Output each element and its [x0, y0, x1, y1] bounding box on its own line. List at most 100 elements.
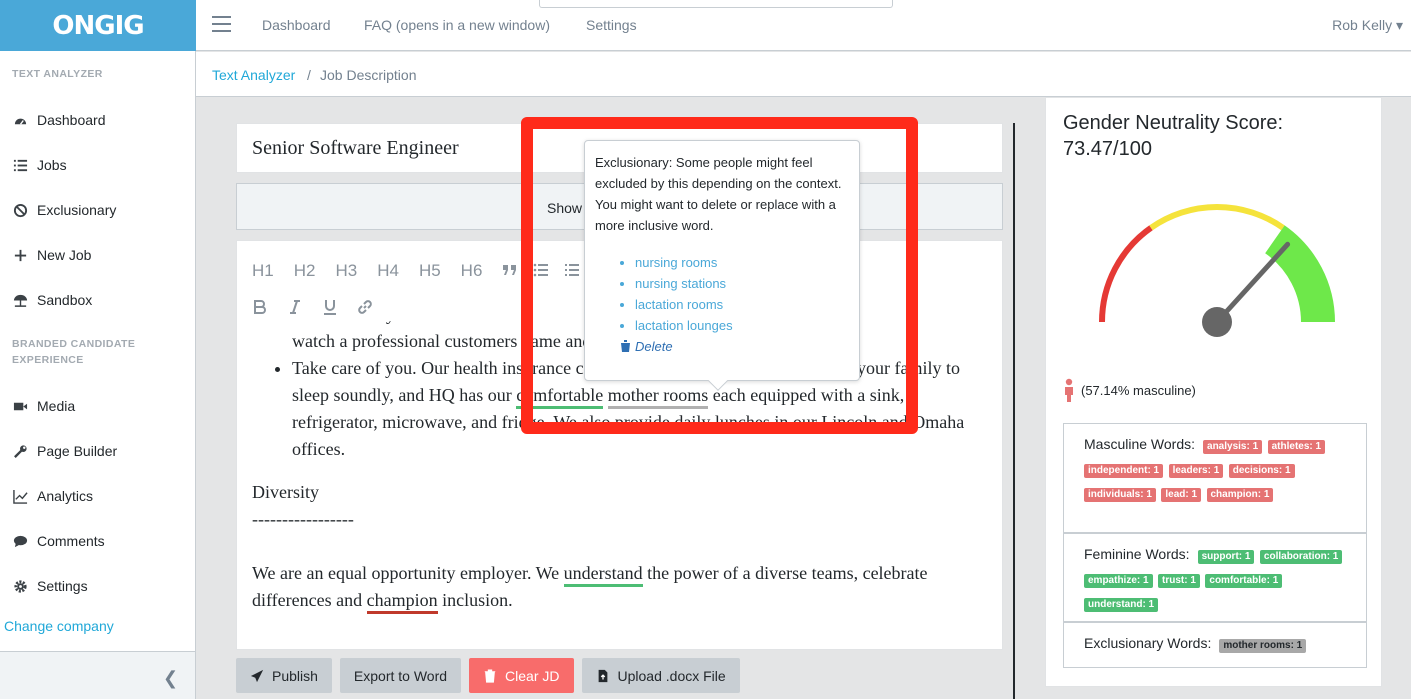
- breadcrumb: Text Analyzer / Job Description: [196, 52, 1411, 97]
- gauge-hub: [1202, 307, 1232, 337]
- logo-text: ONGIG: [52, 10, 144, 41]
- breadcrumb-current: Job Description: [320, 67, 417, 83]
- sidebar-minimizer[interactable]: ❮: [0, 651, 195, 699]
- score-title: Gender Neutrality Score: 73.47/100: [1063, 112, 1284, 160]
- sidebar-item-exclusionary[interactable]: Exclusionary: [12, 198, 192, 222]
- suggestion-item[interactable]: lactation rooms: [635, 294, 849, 315]
- plus-icon: [12, 247, 29, 264]
- word-tag: individuals: 1: [1084, 488, 1156, 502]
- sidebar-item-label: Media: [37, 398, 76, 414]
- clear-jd-button[interactable]: Clear JD: [469, 658, 574, 693]
- hamburger-menu-icon[interactable]: [212, 16, 231, 32]
- sidebar-item-analytics[interactable]: Analytics: [12, 484, 192, 508]
- sidebar-item-label: Analytics: [37, 488, 94, 504]
- export-to-word-button[interactable]: Export to Word: [339, 658, 462, 693]
- word-tag: mother rooms: 1: [1219, 639, 1307, 653]
- publish-button[interactable]: Publish: [236, 658, 332, 693]
- score-value: 73.47/100: [1063, 138, 1152, 160]
- dashboard-icon: [12, 112, 29, 129]
- link-icon[interactable]: [357, 298, 373, 315]
- ongig-logo[interactable]: ONGIG: [0, 0, 196, 51]
- sidebar-item-media[interactable]: Media: [12, 394, 192, 418]
- person-icon: [1065, 378, 1073, 402]
- ban-icon: [12, 202, 29, 219]
- blockquote-icon[interactable]: [502, 261, 518, 281]
- nav-dashboard-link[interactable]: Dashboard: [262, 17, 331, 33]
- heading-2-button[interactable]: H2: [294, 261, 316, 281]
- sidebar-section-branded: BRANDED CANDIDATE EXPERIENCE: [12, 338, 136, 366]
- flagged-word-feminine[interactable]: comfortable: [516, 385, 604, 409]
- suggestion-item[interactable]: nursing stations: [635, 273, 849, 294]
- sidebar-item-label: Dashboard: [37, 112, 106, 128]
- trash-icon: [620, 340, 631, 352]
- exclusionary-suggestion-popover: Exclusionary: Some people might feel exc…: [584, 140, 860, 391]
- diversity-paragraph: We are an equal opportunity employer. We…: [252, 560, 992, 614]
- masculine-words-box: Masculine Words: analysis: 1 athletes: 1 …: [1063, 423, 1367, 533]
- word-tag: champion: 1: [1206, 488, 1274, 502]
- wrench-icon: [12, 443, 29, 460]
- exclusionary-words-box: Exclusionary Words: mother rooms: 1: [1063, 622, 1367, 668]
- flagged-word-exclusionary[interactable]: mother rooms: [607, 385, 709, 409]
- sidebar-item-new-job[interactable]: New Job: [12, 243, 192, 267]
- line-chart-icon: [12, 488, 29, 505]
- word-tag: understand: 1: [1084, 598, 1159, 612]
- upload-docx-button[interactable]: Upload .docx File: [581, 658, 740, 693]
- bold-icon[interactable]: [252, 298, 268, 315]
- word-tag: comfortable: 1: [1205, 574, 1283, 588]
- sidebar-item-page-builder[interactable]: Page Builder: [12, 439, 192, 463]
- flagged-word-feminine[interactable]: understand: [563, 563, 643, 587]
- heading-3-button[interactable]: H3: [335, 261, 357, 281]
- file-upload-icon: [596, 669, 610, 683]
- sidebar-item-label: Page Builder: [37, 443, 118, 459]
- exclusionary-tags: mother rooms: 1: [1219, 635, 1307, 653]
- masculine-words-label: Masculine Words:: [1084, 436, 1196, 452]
- word-tag: analysis: 1: [1203, 440, 1263, 454]
- nav-faq-link[interactable]: FAQ (opens in a new window): [364, 17, 550, 33]
- sidebar-item-sandbox[interactable]: Sandbox: [12, 288, 192, 312]
- numbered-list-icon[interactable]: [564, 261, 580, 281]
- sidebar: TEXT ANALYZER Dashboard Jobs Exclusionar…: [0, 51, 196, 699]
- delete-suggestion[interactable]: Delete: [620, 336, 849, 357]
- trash-icon: [483, 668, 497, 683]
- flagged-word-masculine[interactable]: champion: [366, 590, 438, 614]
- sidebar-item-comments[interactable]: Comments: [12, 529, 192, 553]
- top-navbar: Dashboard FAQ (opens in a new window) Se…: [196, 0, 1411, 51]
- feminine-words-label: Feminine Words:: [1084, 546, 1190, 562]
- change-company-link[interactable]: Change company: [4, 618, 114, 634]
- bullet-list-icon[interactable]: [533, 261, 549, 281]
- suggestion-item[interactable]: nursing rooms: [635, 252, 849, 273]
- heading-1-button[interactable]: H1: [252, 261, 274, 281]
- breadcrumb-separator: /: [307, 67, 311, 83]
- show-label: Show: [547, 200, 583, 216]
- nav-settings-link[interactable]: Settings: [586, 17, 637, 33]
- gauge-arc-red: [1099, 225, 1153, 323]
- word-tag: independent: 1: [1084, 464, 1164, 478]
- masculine-percentage: (57.14% masculine): [1063, 378, 1196, 402]
- chevron-left-icon: ❮: [163, 668, 179, 689]
- sidebar-section-text-analyzer: TEXT ANALYZER: [12, 68, 103, 80]
- column-divider: [1013, 123, 1015, 699]
- heading-5-button[interactable]: H5: [419, 261, 441, 281]
- section-heading: Diversity: [252, 482, 319, 502]
- comment-icon: [12, 533, 29, 550]
- word-tag: athletes: 1: [1267, 440, 1326, 454]
- heading-6-button[interactable]: H6: [461, 261, 483, 281]
- user-menu[interactable]: Rob Kelly ▾: [1332, 17, 1403, 34]
- sidebar-item-label: Jobs: [37, 157, 67, 173]
- gauge-arc-yellow: [1149, 203, 1285, 231]
- sidebar-item-settings[interactable]: Settings: [12, 574, 192, 598]
- underline-icon[interactable]: [322, 298, 338, 316]
- sidebar-item-dashboard[interactable]: Dashboard: [12, 108, 192, 132]
- italic-icon[interactable]: [287, 298, 303, 315]
- word-tag: decisions: 1: [1228, 464, 1295, 478]
- feminine-words-box: Feminine Words: support: 1 collaboration:…: [1063, 533, 1367, 622]
- popover-text: Exclusionary: Some people might feel exc…: [595, 155, 842, 233]
- paper-plane-icon: [250, 669, 264, 683]
- word-tag: empathize: 1: [1084, 574, 1153, 588]
- sidebar-item-label: Comments: [37, 533, 105, 549]
- breadcrumb-text-analyzer[interactable]: Text Analyzer: [212, 67, 295, 83]
- suggestion-item[interactable]: lactation lounges: [635, 315, 849, 336]
- heading-4-button[interactable]: H4: [377, 261, 399, 281]
- sidebar-item-jobs[interactable]: Jobs: [12, 153, 192, 177]
- sidebar-item-label: Sandbox: [37, 292, 93, 308]
